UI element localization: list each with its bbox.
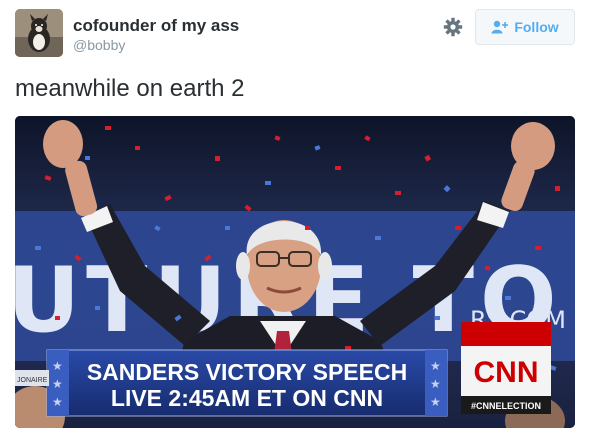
display-name[interactable]: cofounder of my ass (73, 16, 239, 36)
svg-text:★: ★ (52, 377, 63, 391)
tweet-media-image[interactable]: UTURE TO BE RS.COM (15, 116, 575, 428)
user-handle[interactable]: @bobby (73, 36, 239, 54)
tweet-header: cofounder of my ass @bobby Follow (0, 0, 598, 64)
chyron-line1: SANDERS VICTORY SPEECH (87, 359, 407, 385)
avatar[interactable] (15, 9, 63, 57)
gear-icon[interactable] (440, 14, 466, 40)
chyron-line2: LIVE 2:45AM ET ON CNN (111, 385, 383, 411)
follow-button[interactable]: Follow (475, 9, 575, 45)
tweet-text: meanwhile on earth 2 (15, 75, 245, 102)
dog-avatar-icon (15, 9, 63, 57)
svg-text:★: ★ (430, 377, 441, 391)
svg-text:★: ★ (430, 359, 441, 373)
add-user-icon (491, 20, 509, 34)
follow-label: Follow (514, 19, 559, 35)
svg-text:★: ★ (430, 395, 441, 409)
cnn-logo: CNN (474, 356, 539, 389)
cnn-hashtag: #CNNELECTION (471, 401, 541, 411)
side-tag: JONAIRE (17, 377, 48, 384)
svg-text:★: ★ (52, 395, 63, 409)
svg-text:★: ★ (52, 359, 63, 373)
